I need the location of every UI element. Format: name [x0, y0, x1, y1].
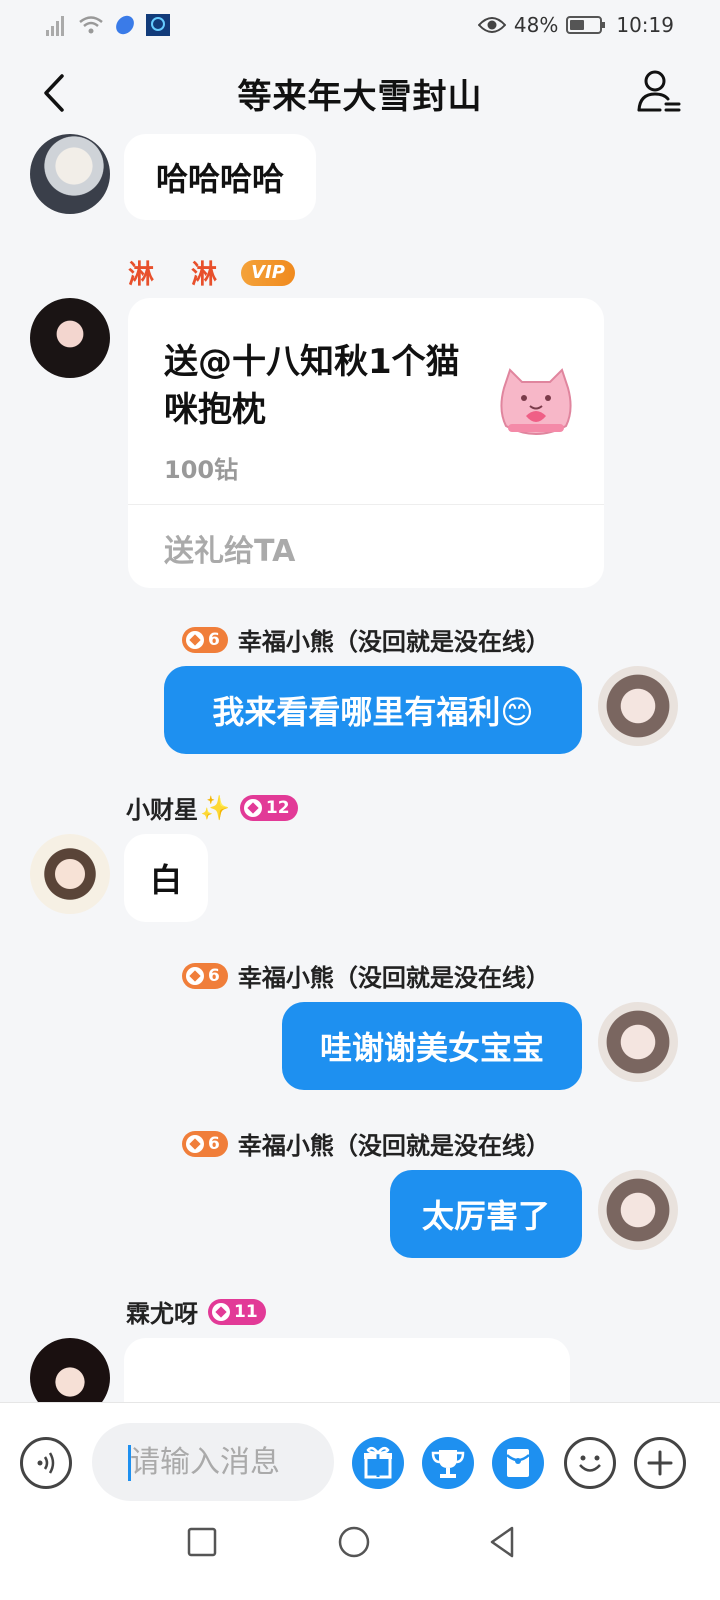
system-nav-bar: [0, 1512, 720, 1600]
status-bar: 48% 10:19: [0, 0, 720, 50]
my-avatar[interactable]: [598, 666, 678, 746]
page-title: 等来年大雪封山: [237, 76, 483, 117]
my-avatar[interactable]: [598, 1002, 678, 1082]
sender-row: 霖尤呀 11: [126, 1294, 266, 1329]
sender-name[interactable]: 小财星: [126, 790, 198, 825]
message-text: 哈哈哈哈: [155, 160, 284, 198]
input-bar: [0, 1402, 720, 1512]
leaderboard-button[interactable]: [422, 1437, 474, 1489]
diamond-icon: [186, 1134, 204, 1153]
level-badge: 6: [182, 626, 228, 653]
sender-name[interactable]: 霖尤呀: [126, 1294, 198, 1329]
emoji-icon: [579, 1455, 601, 1472]
sender-row: 小财星 ✨ 12: [126, 790, 298, 825]
level-badge: 6: [182, 962, 228, 989]
recent-apps-icon[interactable]: [184, 1524, 220, 1560]
group-profile-icon[interactable]: [636, 66, 682, 116]
sender-name: 幸福小熊（没回就是没在线）: [237, 628, 550, 656]
message-text: 哇谢谢美女宝宝: [319, 1029, 544, 1067]
gift-button[interactable]: [352, 1437, 404, 1489]
voice-icon: [37, 1452, 55, 1474]
gift-text: 送@十八知秋1个猫咪抱枕: [164, 342, 460, 430]
voice-button[interactable]: [20, 1437, 72, 1489]
chat-header: 等来年大雪封山: [0, 50, 720, 136]
level-badge: 11: [208, 1298, 266, 1325]
signal-icon: [46, 14, 68, 36]
avatar[interactable]: [30, 1338, 110, 1402]
my-avatar[interactable]: [598, 1170, 678, 1250]
diamond-icon: [186, 630, 204, 649]
back-icon[interactable]: [36, 68, 76, 118]
cat-pillow-gift-icon: [500, 368, 572, 435]
battery-icon: [566, 16, 606, 34]
message-text: 白: [149, 861, 182, 899]
sender-row: 6 幸福小熊（没回就是没在线）: [182, 622, 550, 657]
sender-name[interactable]: 淋 淋: [128, 254, 231, 291]
avatar[interactable]: [30, 834, 110, 914]
gift-price: 100钻: [164, 456, 239, 484]
sender-row: 6 幸福小熊（没回就是没在线）: [182, 1126, 550, 1161]
emoji-button[interactable]: [564, 1437, 616, 1489]
divider: [128, 504, 604, 505]
sender-name: 幸福小熊（没回就是没在线）: [237, 964, 550, 992]
chat-list[interactable]: 哈哈哈哈 淋 淋 VIP 送@十八知秋1个猫咪抱枕 100钻 送礼给TA 6 幸…: [0, 130, 720, 1402]
home-icon[interactable]: [334, 1524, 374, 1560]
level-badge: 6: [182, 1130, 228, 1157]
message-bubble[interactable]: [124, 1338, 570, 1402]
red-packet-button[interactable]: [492, 1437, 544, 1489]
eye-icon: [477, 17, 506, 33]
sender-row: 淋 淋 VIP: [128, 254, 295, 291]
sender-name: 幸福小熊（没回就是没在线）: [237, 1132, 550, 1160]
message-text: 我来看看哪里有福利😊: [212, 693, 534, 731]
battery-percent: 48%: [513, 13, 559, 37]
clock: 10:19: [616, 13, 674, 37]
app-notification-icon: [116, 15, 134, 35]
more-button[interactable]: [634, 1437, 686, 1489]
trophy-icon: [431, 1450, 465, 1478]
plus-icon: [647, 1450, 673, 1476]
level-badge: 12: [239, 794, 298, 821]
back-nav-icon[interactable]: [484, 1524, 520, 1560]
avatar[interactable]: [30, 134, 110, 214]
sparkle-icon: ✨: [200, 793, 230, 822]
gift-icon: [364, 1446, 392, 1479]
text-caret: [128, 1445, 131, 1481]
diamond-icon: [186, 966, 204, 985]
message-bubble[interactable]: 哇谢谢美女宝宝: [282, 1002, 582, 1090]
sender-row: 6 幸福小熊（没回就是没在线）: [182, 958, 550, 993]
red-packet-icon: [506, 1449, 530, 1477]
diamond-icon: [212, 1302, 230, 1321]
diamond-icon: [243, 798, 262, 817]
message-text: 太厉害了: [421, 1197, 550, 1235]
vip-badge: VIP: [241, 259, 295, 286]
message-bubble[interactable]: 哈哈哈哈: [124, 134, 316, 220]
send-gift-link[interactable]: 送礼给TA: [164, 526, 295, 570]
app-notification-icon-2: [146, 14, 170, 36]
wifi-icon: [79, 16, 103, 34]
message-bubble[interactable]: 白: [124, 834, 208, 922]
avatar[interactable]: [30, 298, 110, 378]
gift-card[interactable]: 送@十八知秋1个猫咪抱枕 100钻 送礼给TA: [128, 298, 604, 588]
message-bubble[interactable]: 太厉害了: [390, 1170, 582, 1258]
message-bubble[interactable]: 我来看看哪里有福利😊: [164, 666, 582, 754]
